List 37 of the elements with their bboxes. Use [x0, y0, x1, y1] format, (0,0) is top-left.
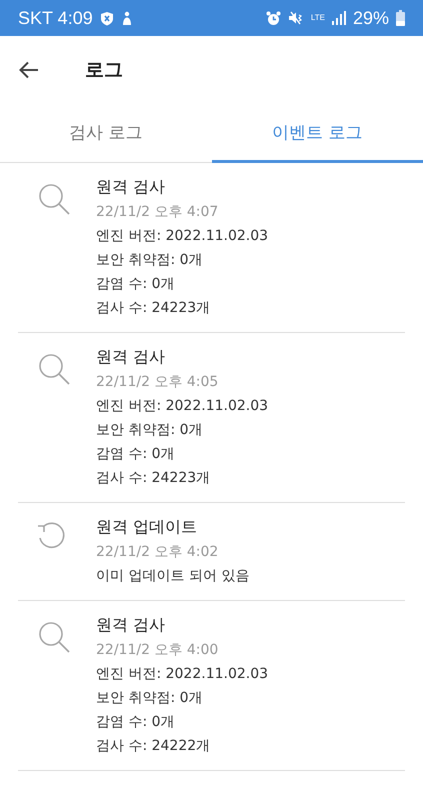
entry-title: 원격 검사 [96, 346, 166, 368]
entry-date: 22/11/2 오후 4:00 [96, 641, 220, 660]
entry-detail: 감염 수: 0개 [96, 445, 176, 464]
entry-detail: 보안 취약점: 0개 [96, 251, 204, 270]
network-label: LTE [310, 14, 325, 22]
entry-title: 원격 검사 [96, 176, 166, 198]
mute-icon [288, 11, 304, 25]
entry-detail: 엔진 버전: 2022.11.02.03 [96, 397, 268, 416]
shield-icon [100, 10, 114, 26]
entry-date: 22/11/2 오후 4:02 [96, 543, 220, 562]
search-icon [36, 351, 70, 385]
entry-detail: 검사 수: 24222개 [96, 737, 212, 756]
battery-icon [396, 10, 405, 26]
entry-detail: 이미 업데이트 되어 있음 [96, 567, 250, 586]
entry-detail: 감염 수: 0개 [96, 275, 176, 294]
entry-title: 원격 검사 [96, 614, 166, 636]
signal-icon [332, 11, 346, 25]
search-icon [36, 181, 70, 215]
screen-title: 로그 [85, 58, 123, 83]
carrier-time: SKT 4:09 [18, 8, 93, 28]
search-icon [36, 619, 70, 653]
entry-date: 22/11/2 오후 4:05 [96, 373, 220, 392]
entry-detail: 보안 취약점: 0개 [96, 689, 204, 708]
back-arrow-icon[interactable] [19, 61, 39, 79]
tab[interactable]: 이벤트 로그 [212, 104, 423, 163]
entry-detail: 엔진 버전: 2022.11.02.03 [96, 665, 268, 684]
entry-detail: 검사 수: 24223개 [96, 299, 212, 318]
entry-detail: 검사 수: 24223개 [96, 469, 212, 488]
entry-detail: 감염 수: 0개 [96, 713, 176, 732]
entry-date: 22/11/2 오후 4:07 [96, 203, 220, 222]
entry-title: 원격 업데이트 [96, 516, 198, 538]
figure-icon [120, 10, 133, 26]
alarm-icon [266, 10, 281, 26]
tab[interactable]: 검사 로그 [0, 104, 212, 163]
entry-detail: 엔진 버전: 2022.11.02.03 [96, 227, 268, 246]
battery-percent: 29% [352, 8, 389, 28]
entry-detail: 보안 취약점: 0개 [96, 421, 204, 440]
